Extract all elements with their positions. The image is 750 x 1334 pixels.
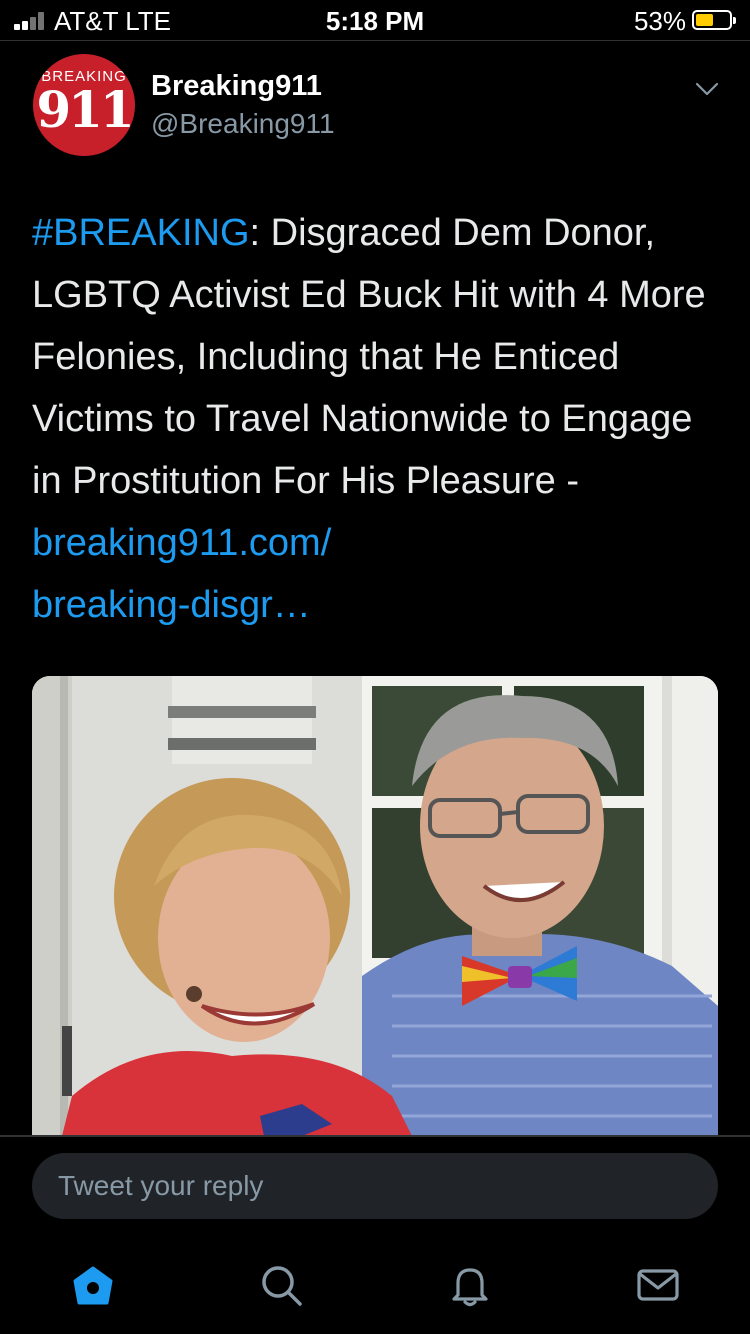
status-bar: AT&T LTE 5:18 PM 53% xyxy=(0,0,750,40)
mail-icon xyxy=(637,1269,679,1301)
photo-of-two-people-icon xyxy=(32,676,718,1136)
user-handle[interactable]: @Breaking911 xyxy=(151,108,335,140)
header-divider xyxy=(0,40,750,41)
article-link-line2: breaking-disgr… xyxy=(32,584,311,626)
search-icon xyxy=(262,1266,302,1306)
tab-search[interactable] xyxy=(257,1261,305,1309)
reply-input[interactable] xyxy=(32,1153,718,1219)
reply-bar xyxy=(0,1137,750,1237)
tweet-photo[interactable] xyxy=(32,676,718,1136)
avatar-logo-number: 911 xyxy=(36,80,134,139)
article-link-line1: breaking911.com/ xyxy=(32,522,332,564)
battery-percent: 53% xyxy=(633,6,686,36)
tweet-text: #BREAKING: Disgraced Dem Donor, LGBTQ Ac… xyxy=(32,202,722,636)
battery-level xyxy=(696,14,713,26)
bottom-tab-bar xyxy=(0,1237,750,1334)
tab-messages[interactable] xyxy=(634,1261,682,1309)
avatar[interactable]: BREAKING 911 xyxy=(33,54,135,156)
tab-notifications[interactable] xyxy=(446,1261,494,1309)
battery-icon xyxy=(692,10,736,30)
home-icon xyxy=(73,1266,113,1305)
chevron-down-icon[interactable] xyxy=(694,76,720,102)
tweet-detail-screen: AT&T LTE 5:18 PM 53% BREAKING 911 Breaki… xyxy=(0,0,750,1334)
display-name[interactable]: Breaking911 xyxy=(151,70,322,103)
bell-icon xyxy=(452,1268,488,1307)
hashtag-link[interactable]: #BREAKING xyxy=(32,212,250,254)
tweet-body: : Disgraced Dem Donor, LGBTQ Activist Ed… xyxy=(32,212,706,502)
article-link[interactable]: breaking911.com/breaking-disgr… xyxy=(32,522,331,626)
tab-home[interactable] xyxy=(69,1261,117,1309)
